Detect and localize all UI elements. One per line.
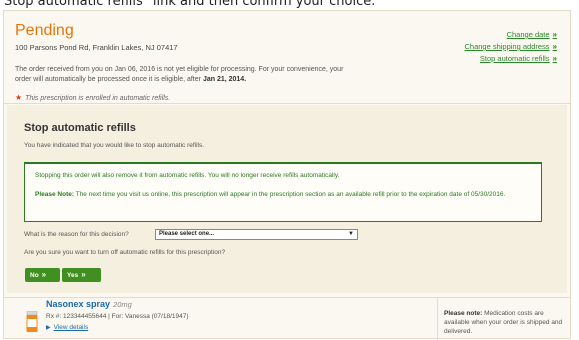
stop-automatic-refills-link[interactable]: Stop automatic refills» xyxy=(464,53,557,65)
star-icon: ★ xyxy=(15,93,23,102)
order-note-date: Jan 21, 2014. xyxy=(202,76,247,83)
section-divider xyxy=(4,103,570,104)
instruction-banner: Stop automatic refills" link and then co… xyxy=(4,0,376,9)
shipping-address: 100 Parsons Pond Rd, Franklin Lakes, NJ … xyxy=(15,43,178,52)
stop-refills-label: Stop automatic refills xyxy=(479,54,550,63)
order-status-title: Pending xyxy=(15,22,74,39)
alert-note-text: The next time you visit us online, this … xyxy=(74,191,506,198)
reason-select[interactable]: Please select one... ▼ xyxy=(155,229,358,240)
chevron-right-icon: » xyxy=(552,54,557,63)
change-date-link[interactable]: Change date» xyxy=(464,29,557,41)
chevron-right-icon: » xyxy=(552,42,557,51)
enrolled-text: This prescription is enrolled in automat… xyxy=(25,95,171,102)
view-details-link[interactable]: ▶ View details xyxy=(46,324,88,331)
caret-down-icon: ▼ xyxy=(348,231,354,237)
medication-name[interactable]: Nasonex spray 20mg xyxy=(46,299,132,309)
medication-strength: 20mg xyxy=(113,300,132,309)
triangle-right-icon: ▶ xyxy=(46,325,51,331)
stop-refills-section: Stop automatic refills You have indicate… xyxy=(7,105,567,293)
pill-bottle-icon xyxy=(26,311,38,332)
change-date-label: Change date xyxy=(506,30,550,39)
order-actions: Change date» Change shipping address» St… xyxy=(464,29,557,65)
section-divider xyxy=(4,297,570,298)
alert-message: Stopping this order will also remove it … xyxy=(35,172,340,179)
chevron-right-icon: » xyxy=(552,30,557,39)
cost-note-label: Please note: xyxy=(444,310,483,317)
chevron-right-icon: » xyxy=(81,270,86,279)
change-shipping-label: Change shipping address xyxy=(464,42,550,51)
yes-button-label: Yes xyxy=(67,272,79,279)
reason-selected-value: Please select one... xyxy=(159,231,215,237)
confirm-question: Are you sure you want to turn off automa… xyxy=(24,249,226,256)
alert-note: Please Note: The next time you visit us … xyxy=(35,190,530,200)
stop-refills-alert: Stopping this order will also remove it … xyxy=(24,162,542,222)
change-shipping-address-link[interactable]: Change shipping address» xyxy=(464,41,557,53)
view-details-label: View details xyxy=(53,324,89,331)
order-panel: Pending 100 Parsons Pond Rd, Franklin La… xyxy=(3,10,571,340)
alert-note-label: Please Note: xyxy=(35,191,75,198)
no-button[interactable]: No» xyxy=(25,268,60,282)
prescription-info: Rx #: 123344455644 | For: Vanessa (07/18… xyxy=(46,313,189,320)
no-button-label: No xyxy=(30,272,39,279)
cost-note: Please note: Medication costs are availa… xyxy=(444,309,566,336)
chevron-right-icon: » xyxy=(41,270,47,279)
yes-button[interactable]: Yes» xyxy=(62,268,101,282)
stop-refills-title: Stop automatic refills xyxy=(24,122,136,134)
reason-label: What is the reason for this decision? xyxy=(24,231,129,238)
auto-refill-enrolled-note: ★ This prescription is enrolled in automa… xyxy=(15,93,170,102)
column-divider xyxy=(437,298,438,340)
medication-name-text: Nasonex spray xyxy=(46,299,111,309)
order-note-text: The order received from you on Jan 06, 2… xyxy=(15,66,344,83)
stop-refills-intro: You have indicated that you would like t… xyxy=(24,142,205,149)
order-eligibility-note: The order received from you on Jan 06, 2… xyxy=(15,65,345,85)
